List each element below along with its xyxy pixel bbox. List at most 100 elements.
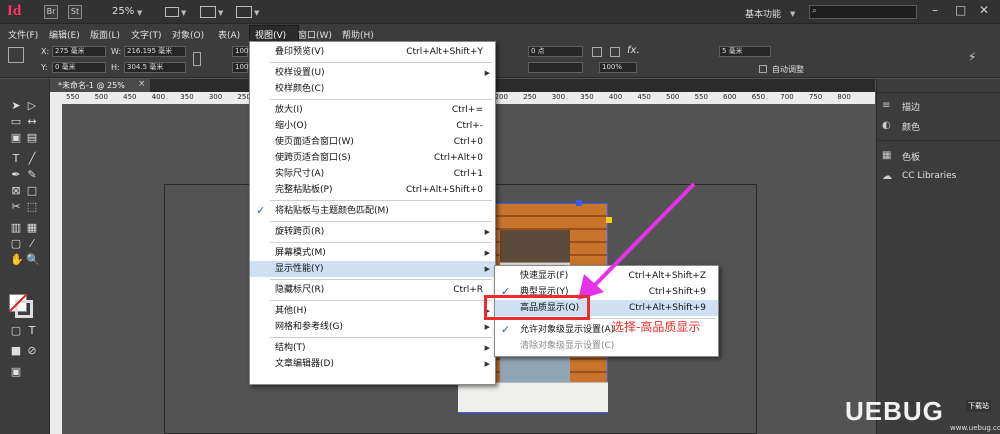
quick-apply-icon[interactable]: ⚡ xyxy=(968,50,976,64)
stroke-icon[interactable] xyxy=(592,47,602,57)
menu-layout[interactable]: 版面(L) xyxy=(90,28,120,41)
corner-size-field[interactable]: 5 毫米 xyxy=(719,46,771,57)
view-menu-item[interactable]: 其他(H) ▶ xyxy=(250,303,495,319)
selection-tool-icon[interactable]: ➤ xyxy=(10,100,22,112)
view-menu-item[interactable]: 叠印预览(V) Ctrl+Alt+Shift+Y xyxy=(250,44,495,60)
minimize-icon[interactable]: – xyxy=(932,3,938,17)
line-tool-icon[interactable]: ╱ xyxy=(26,153,38,165)
ruler-tick-label: 550 xyxy=(694,93,708,101)
free-transform-tool-icon[interactable]: ⬚ xyxy=(26,201,38,213)
scissors-tool-icon[interactable]: ✂ xyxy=(10,201,22,213)
view-options-icon[interactable] xyxy=(165,7,179,17)
view-menu-item[interactable]: 实际尺寸(A) Ctrl+1 xyxy=(250,166,495,182)
fx-icon[interactable]: fx. xyxy=(627,45,640,56)
view-menu-item[interactable]: 隐藏标尺(R) Ctrl+R xyxy=(250,282,495,298)
chevron-down-icon[interactable]: ▼ xyxy=(181,9,186,17)
view-menu-item[interactable]: ✓ 将粘贴板与主题颜色匹配(M) xyxy=(250,203,495,219)
panel-divider xyxy=(877,140,1000,141)
x-field[interactable]: 275 毫米 xyxy=(52,46,106,57)
view-menu-item[interactable]: 屏幕模式(M) ▶ xyxy=(250,245,495,261)
zoom-dropdown-icon[interactable]: ▼ xyxy=(137,9,142,17)
content-placer-icon[interactable]: ▤ xyxy=(26,132,38,144)
checkmark-icon: ✓ xyxy=(501,323,511,336)
formatting-container-icon[interactable]: ▢ xyxy=(10,325,22,337)
apply-none-icon[interactable]: ⊘ xyxy=(26,345,38,357)
menu-window[interactable]: 窗口(W) xyxy=(298,28,332,41)
view-menu-item[interactable]: 校样设置(U) ▶ xyxy=(250,65,495,81)
panel-color[interactable]: 颜色 xyxy=(902,120,920,133)
h-field[interactable]: 304.5 毫米 xyxy=(124,62,186,73)
chevron-down-icon[interactable]: ▼ xyxy=(254,9,259,17)
view-menu-item[interactable]: 显示性能(Y) ▶ xyxy=(250,261,495,277)
menu-item-shortcut: Ctrl+Alt+0 xyxy=(433,153,483,163)
screen-mode-icon[interactable] xyxy=(200,6,216,18)
close-icon[interactable]: ✕ xyxy=(979,3,989,17)
menu-file[interactable]: 文件(F) xyxy=(8,28,38,41)
page-tool-icon[interactable]: ▭ xyxy=(10,116,22,128)
opacity-field[interactable]: 100% xyxy=(599,62,637,73)
view-menu-item[interactable]: 校样颜色(C) xyxy=(250,81,495,97)
display-performance-item[interactable]: 清除对象级显示设置(C) xyxy=(495,338,718,354)
reference-point-icon[interactable] xyxy=(8,47,24,63)
gradient-swatch-tool-icon[interactable]: ▥ xyxy=(10,222,22,234)
rectangle-tool-icon[interactable]: □ xyxy=(26,185,38,197)
note-tool-icon[interactable]: ▢ xyxy=(10,238,22,250)
stroke-weight-field[interactable]: 0 点 xyxy=(528,46,583,57)
zoom-tool-icon[interactable]: 🔍 xyxy=(26,254,40,266)
constrain-proportions-icon[interactable] xyxy=(193,52,201,66)
ruler-tick-label: 450 xyxy=(123,93,137,101)
view-menu-item[interactable]: 旋转跨页(R) ▶ xyxy=(250,224,495,240)
panel-cc-libraries[interactable]: CC Libraries xyxy=(902,171,956,181)
chevron-down-icon[interactable]: ▼ xyxy=(218,9,223,17)
auto-fit-checkbox[interactable] xyxy=(759,65,767,73)
close-tab-icon[interactable]: × xyxy=(138,79,146,89)
gap-tool-icon[interactable]: ↔ xyxy=(26,116,38,128)
align-stroke-icon[interactable] xyxy=(610,47,620,57)
view-menu-item[interactable]: 使页面适合窗口(W) Ctrl+0 xyxy=(250,134,495,150)
zoom-level[interactable]: 25% xyxy=(112,6,134,17)
view-menu-item[interactable]: 完整粘贴板(P) Ctrl+Alt+Shift+0 xyxy=(250,182,495,198)
ruler-tick-label: 700 xyxy=(780,93,794,101)
w-field[interactable]: 216.195 毫米 xyxy=(124,46,186,57)
gradient-feather-tool-icon[interactable]: ▦ xyxy=(26,222,38,234)
menu-table[interactable]: 表(A) xyxy=(218,28,240,41)
chevron-down-icon[interactable]: ▼ xyxy=(790,10,795,18)
menu-view[interactable]: 视图(V) xyxy=(255,28,286,41)
menu-type[interactable]: 文字(T) xyxy=(131,28,162,41)
panels-dock xyxy=(876,79,1000,434)
view-menu-item[interactable]: 网格和参考线(G) ▶ xyxy=(250,319,495,335)
arrange-documents-icon[interactable] xyxy=(236,6,252,18)
panel-swatches[interactable]: 色板 xyxy=(902,150,920,163)
type-tool-icon[interactable]: T xyxy=(10,153,22,165)
pen-tool-icon[interactable]: ✒ xyxy=(10,169,22,181)
view-menu-item[interactable]: 使跨页适合窗口(S) Ctrl+Alt+0 xyxy=(250,150,495,166)
hand-tool-icon[interactable]: ✋ xyxy=(10,254,24,266)
view-menu-item[interactable]: 结构(T) ▶ xyxy=(250,340,495,356)
workspace-switcher[interactable]: 基本功能 xyxy=(745,7,781,20)
stock-button[interactable]: St xyxy=(68,5,82,19)
document-tab[interactable]: *未命名-1 @ 25% xyxy=(50,79,150,92)
pencil-tool-icon[interactable]: ✎ xyxy=(26,169,38,181)
view-menu-item[interactable]: 缩小(O) Ctrl+- xyxy=(250,118,495,134)
scale-y-field[interactable]: 100% xyxy=(232,62,255,73)
panel-stroke[interactable]: 描边 xyxy=(902,100,920,113)
maximize-icon[interactable]: □ xyxy=(955,3,966,17)
view-mode-icon[interactable]: ▣ xyxy=(10,366,22,378)
rectangle-frame-tool-icon[interactable]: ⊠ xyxy=(10,185,22,197)
content-collector-icon[interactable]: ▣ xyxy=(10,132,22,144)
scale-x-field[interactable]: 100% xyxy=(232,46,255,57)
eyedropper-tool-icon[interactable]: ⁄ xyxy=(26,238,38,250)
apply-color-icon[interactable]: ■ xyxy=(10,345,22,357)
menu-edit[interactable]: 编辑(E) xyxy=(49,28,80,41)
view-menu-item[interactable]: 文章编辑器(D) ▶ xyxy=(250,356,495,372)
formatting-text-icon[interactable]: T xyxy=(26,325,38,337)
none-swatch-icon xyxy=(9,294,27,312)
bridge-button[interactable]: Br xyxy=(44,5,58,19)
view-menu-item[interactable]: 放大(I) Ctrl+= xyxy=(250,102,495,118)
stroke-type-field[interactable] xyxy=(528,62,583,73)
direct-selection-tool-icon[interactable]: ▷ xyxy=(26,100,38,112)
menu-object[interactable]: 对象(O) xyxy=(172,28,204,41)
search-input[interactable] xyxy=(809,5,917,19)
y-field[interactable]: 0 毫米 xyxy=(52,62,106,73)
menu-help[interactable]: 帮助(H) xyxy=(342,28,374,41)
